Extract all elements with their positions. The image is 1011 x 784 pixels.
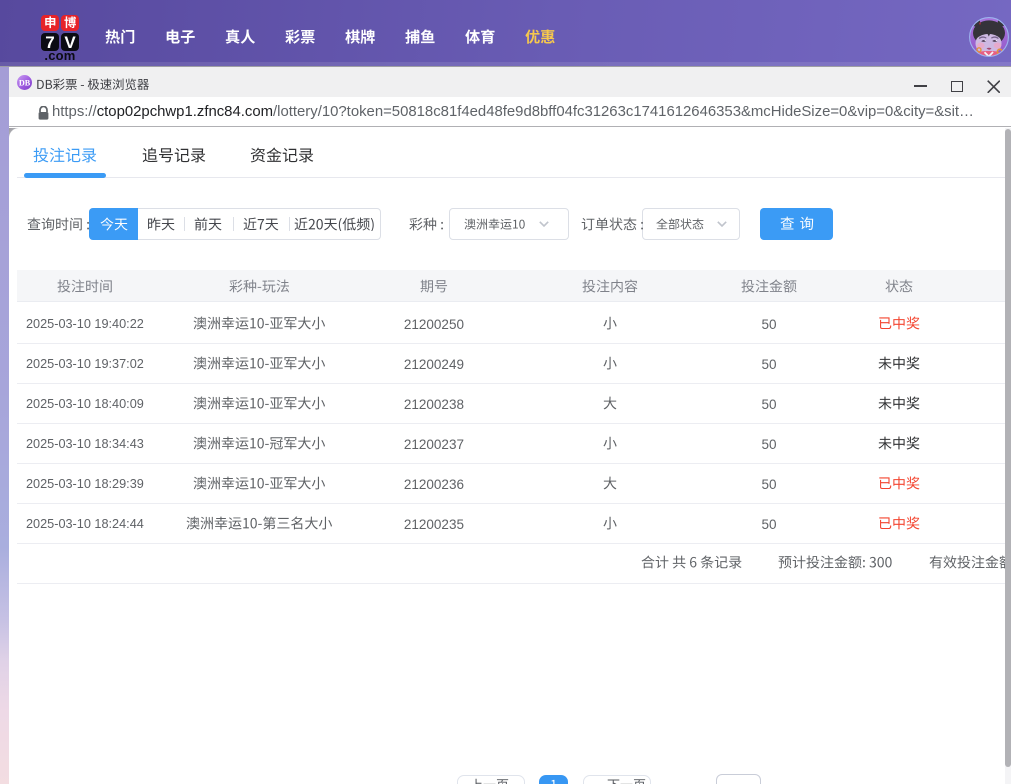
svg-text:DB: DB: [19, 78, 31, 87]
